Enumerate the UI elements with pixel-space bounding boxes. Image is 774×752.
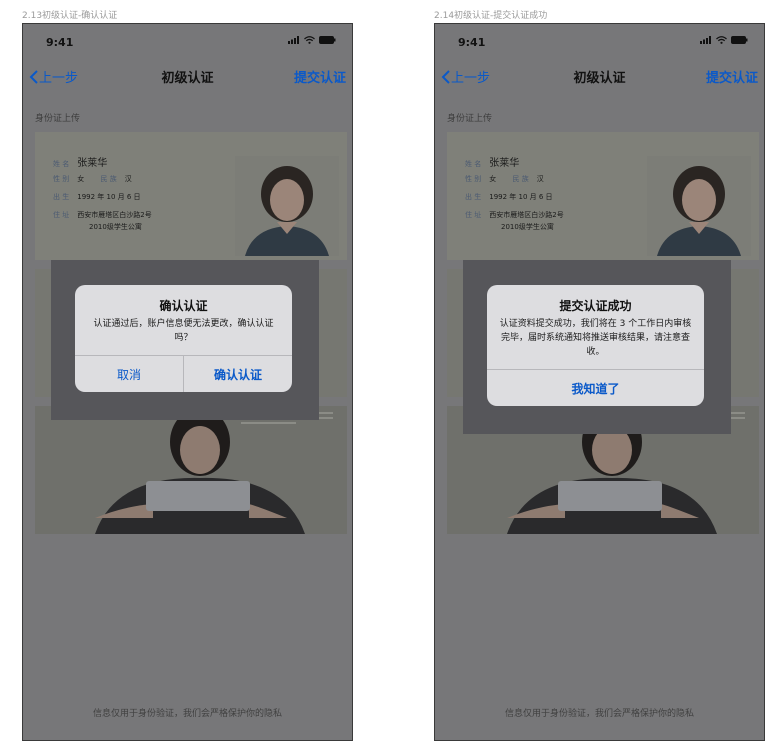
address-label: 住 址 [53,211,70,219]
wifi-icon [304,36,315,44]
battery-icon [319,36,336,44]
submit-button[interactable]: 提交认证 [706,67,758,86]
section-label: 身份证上传 [35,114,81,124]
name-value: 张莱华 [489,158,520,169]
id-card-front-image[interactable]: 姓 名张莱华 性 别女 民 族汉 出 生 1992 年 10 月 6 日 住 址西… [447,132,759,260]
card-row-name: 姓 名张莱华 [53,154,107,169]
sex-label: 性 别 [53,175,70,183]
address-line2: 2010级学生公寓 [89,223,142,231]
holding-id-photo[interactable] [35,406,347,534]
status-icons [288,36,336,44]
nav-bar: 上一步 初级认证 提交认证 [23,62,352,90]
id-card-front-image[interactable]: 姓 名张莱华 性 别女 民 族汉 出 生 1992 年 10 月 6 日 住 址西… [35,132,347,260]
card-row-address: 住 址西安市雁塔区白沙路2号 [53,210,152,220]
dialog-title: 确认认证 [159,299,208,313]
dialog-actions: 我知道了 [487,369,704,406]
acknowledge-button[interactable]: 我知道了 [487,370,704,406]
birth-label: 出 生 [53,193,70,201]
held-id-card [558,481,662,511]
success-dialog: 提交认证成功 认证资料提交成功，我们将在 3 个工作日内审核完毕，届时系统通知将… [487,285,704,406]
sex-value: 女 [489,175,497,183]
dialog-message: 认证通过后，账户信息便无法更改，确认认证吗？ [93,319,274,343]
card-row-address: 住 址西安市雁塔区白沙路2号 [465,210,564,220]
dialog-actions: 取消 确认认证 [75,355,292,392]
birth-value: 1992 年 10 月 6 日 [77,193,141,201]
phone-screen-confirm: 9:41 上一步 初级认证 提交认证 身份证上传 姓 名张莱华 性 别女 民 族… [22,23,353,741]
signal-icon [700,36,711,44]
cancel-button[interactable]: 取消 [75,356,183,392]
status-time: 9:41 [46,36,74,49]
section-label: 身份证上传 [447,114,493,124]
ethnic-value: 汉 [536,175,544,183]
artboard-title-success: 2.14初级认证-提交认证成功 [434,11,548,21]
card-row-address-2: 2010级学生公寓 [89,222,142,232]
signal-icon [288,36,299,44]
card-row-address-2: 2010级学生公寓 [501,222,554,232]
card-row-birth: 出 生 1992 年 10 月 6 日 [53,192,141,202]
sex-value: 女 [77,175,85,183]
name-label: 姓 名 [465,160,482,168]
card-row-name: 姓 名张莱华 [465,154,519,169]
name-value: 张莱华 [77,158,108,169]
status-icons [700,36,748,44]
birth-value: 1992 年 10 月 6 日 [489,193,553,201]
address-line1: 西安市雁塔区白沙路2号 [489,211,564,219]
birth-label: 出 生 [465,193,482,201]
card-row-sex: 性 别女 民 族汉 [53,174,132,184]
address-line1: 西安市雁塔区白沙路2号 [77,211,152,219]
phone-screen-success: 9:41 上一步 初级认证 提交认证 身份证上传 姓 名张莱华 性 别女 民 族… [434,23,765,741]
confirm-button[interactable]: 确认认证 [183,356,292,392]
dialog-message: 认证资料提交成功，我们将在 3 个工作日内审核完毕，届时系统通知将推送审核结果，… [499,319,692,357]
dialog-title: 提交认证成功 [559,299,632,313]
name-label: 姓 名 [53,160,70,168]
address-label: 住 址 [465,211,482,219]
ethnic-label: 民 族 [100,175,117,183]
card-row-birth: 出 生 1992 年 10 月 6 日 [465,192,553,202]
wifi-icon [716,36,727,44]
ethnic-label: 民 族 [512,175,529,183]
privacy-note: 信息仅用于身份验证，我们会严格保护你的隐私 [504,709,694,719]
status-bar: 9:41 [23,24,352,58]
ethnic-value: 汉 [124,175,132,183]
portrait-photo [647,156,751,256]
confirm-dialog: 确认认证 认证通过后，账户信息便无法更改，确认认证吗？ 取消 确认认证 [75,285,292,392]
sex-label: 性 别 [465,175,482,183]
held-id-card [146,481,250,511]
portrait-photo [235,156,339,256]
battery-icon [731,36,748,44]
status-time: 9:41 [458,36,486,49]
card-row-sex: 性 别女 民 族汉 [465,174,544,184]
nav-bar: 上一步 初级认证 提交认证 [435,62,764,90]
status-bar: 9:41 [435,24,764,58]
artboard-title-confirm: 2.13初级认证-确认认证 [22,11,118,21]
submit-button[interactable]: 提交认证 [294,67,346,86]
privacy-note: 信息仅用于身份验证，我们会严格保护你的隐私 [92,709,282,719]
address-line2: 2010级学生公寓 [501,223,554,231]
